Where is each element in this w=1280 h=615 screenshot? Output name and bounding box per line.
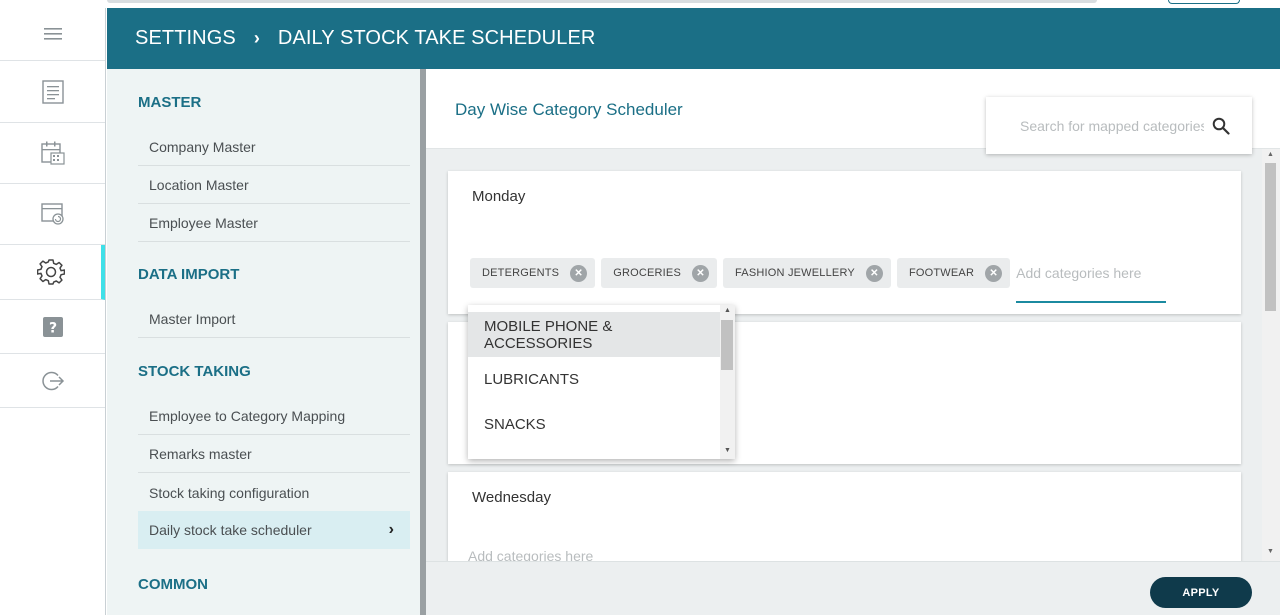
action-footer: APPLY bbox=[426, 561, 1280, 615]
scroll-up-icon[interactable]: ▲ bbox=[724, 307, 731, 314]
search-box bbox=[986, 97, 1252, 154]
menu-section-common: COMMON bbox=[138, 576, 208, 593]
calendar-icon bbox=[40, 141, 65, 165]
gear-icon bbox=[36, 259, 65, 285]
rail-schedule-button[interactable] bbox=[0, 184, 105, 245]
content-scrollbar[interactable]: ▲ ▼ bbox=[1262, 149, 1280, 561]
dropdown-option[interactable]: MOBILE PHONE & ACCESSORIES bbox=[468, 312, 720, 357]
day-card-wednesday: Wednesday bbox=[448, 472, 1241, 572]
menu-item-master-import[interactable]: Master Import bbox=[138, 300, 410, 338]
schedule-refresh-icon bbox=[40, 203, 64, 225]
menu-section-stock-taking: STOCK TAKING bbox=[138, 363, 251, 380]
scroll-up-icon[interactable]: ▲ bbox=[1267, 151, 1274, 158]
remove-chip-icon[interactable]: ✕ bbox=[570, 264, 588, 282]
day-label: Monday bbox=[472, 188, 526, 205]
rail-logout-button[interactable] bbox=[0, 354, 105, 408]
report-icon bbox=[41, 79, 64, 104]
scrollbar-thumb[interactable] bbox=[721, 320, 733, 370]
help-icon: ? bbox=[42, 316, 63, 337]
apply-button[interactable]: APPLY bbox=[1150, 577, 1252, 608]
menu-toggle-button[interactable] bbox=[0, 8, 105, 61]
browser-button-edge bbox=[1168, 0, 1240, 4]
chip-label: FOOTWEAR bbox=[908, 267, 975, 279]
chip-label: DETERGENTS bbox=[482, 267, 560, 279]
rail-calendar-button[interactable] bbox=[0, 123, 105, 184]
menu-item-remarks-master[interactable]: Remarks master bbox=[138, 435, 410, 473]
browser-top-strip bbox=[0, 0, 1280, 8]
search-input[interactable] bbox=[1020, 117, 1204, 134]
page-header: SETTINGS › DAILY STOCK TAKE SCHEDULER bbox=[107, 8, 1280, 69]
search-icon[interactable] bbox=[1212, 117, 1230, 135]
logout-icon bbox=[41, 371, 64, 390]
dropdown-scrollbar[interactable]: ▲ ▼ bbox=[720, 305, 735, 459]
category-dropdown: MOBILE PHONE & ACCESSORIES LUBRICANTS SN… bbox=[468, 305, 735, 459]
svg-text:?: ? bbox=[48, 320, 56, 336]
dropdown-option[interactable]: LUBRICANTS bbox=[468, 357, 720, 402]
menu-item-daily-stock-take-scheduler[interactable]: Daily stock take scheduler › bbox=[138, 511, 410, 549]
address-bar-edge bbox=[107, 0, 1097, 3]
menu-item-location-master[interactable]: Location Master bbox=[138, 166, 410, 204]
rail-reports-button[interactable] bbox=[0, 61, 105, 123]
menu-item-label: Daily stock take scheduler bbox=[149, 522, 312, 538]
chip-label: FASHION JEWELLERY bbox=[735, 267, 855, 279]
rail-settings-button[interactable] bbox=[0, 245, 105, 300]
menu-item-employee-category-mapping[interactable]: Employee to Category Mapping bbox=[138, 397, 410, 435]
menu-item-company-master[interactable]: Company Master bbox=[138, 128, 410, 166]
chevron-right-icon: › bbox=[388, 521, 394, 538]
settings-menu: MASTER Company Master Location Master Em… bbox=[107, 69, 423, 615]
rail-help-button[interactable]: ? bbox=[0, 300, 105, 354]
breadcrumb-settings[interactable]: SETTINGS bbox=[135, 27, 236, 50]
category-chip: FASHION JEWELLERY ✕ bbox=[723, 258, 891, 288]
remove-chip-icon[interactable]: ✕ bbox=[985, 264, 1003, 282]
category-chip: DETERGENTS ✕ bbox=[470, 258, 596, 288]
day-card-monday: Monday DETERGENTS ✕ GROCERIES ✕ FASHION JE… bbox=[448, 171, 1241, 314]
dropdown-option[interactable]: SNACKS bbox=[468, 402, 720, 447]
page-title: Day Wise Category Scheduler bbox=[455, 100, 683, 119]
scroll-down-icon[interactable]: ▼ bbox=[1267, 548, 1274, 555]
scroll-down-icon[interactable]: ▼ bbox=[724, 447, 731, 454]
icon-rail: ? bbox=[0, 8, 106, 615]
scrollbar-thumb[interactable] bbox=[1265, 163, 1276, 311]
add-categories-input[interactable] bbox=[1016, 259, 1167, 303]
breadcrumb-separator-icon: › bbox=[253, 28, 260, 48]
remove-chip-icon[interactable]: ✕ bbox=[865, 264, 883, 282]
category-chip: FOOTWEAR ✕ bbox=[896, 258, 1011, 288]
menu-item-employee-master[interactable]: Employee Master bbox=[138, 204, 410, 242]
menu-icon bbox=[43, 28, 62, 40]
menu-section-data-import: DATA IMPORT bbox=[138, 266, 240, 283]
category-chip: GROCERIES ✕ bbox=[601, 258, 717, 288]
menu-item-stock-taking-configuration[interactable]: Stock taking configuration bbox=[138, 474, 410, 512]
day-label: Wednesday bbox=[472, 489, 551, 506]
breadcrumb-current: DAILY STOCK TAKE SCHEDULER bbox=[277, 27, 596, 49]
remove-chip-icon[interactable]: ✕ bbox=[692, 264, 709, 282]
chip-list: DETERGENTS ✕ GROCERIES ✕ FASHION JEWELLERY… bbox=[470, 243, 1167, 303]
menu-section-master: MASTER bbox=[138, 94, 202, 111]
chip-label: GROCERIES bbox=[613, 267, 681, 279]
